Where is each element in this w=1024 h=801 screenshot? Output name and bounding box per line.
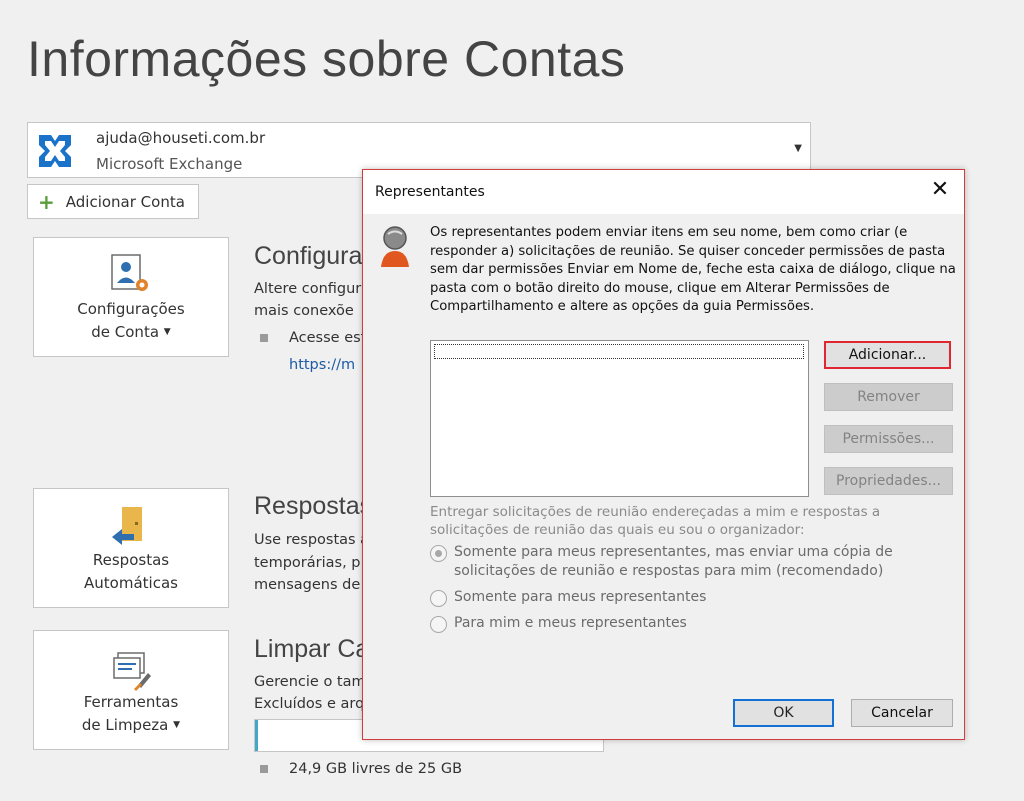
replies-description-line3: mensagens de (254, 577, 361, 593)
deliver-label-line2: solicitações de reunião das quais eu sou… (430, 522, 805, 538)
dialog-titlebar[interactable]: Representantes ✕ (363, 170, 964, 214)
auto-replies-icon (112, 507, 142, 545)
tile-label-line2: de Limpeza (81, 716, 169, 734)
list-focus-row (434, 344, 804, 359)
close-icon[interactable]: ✕ (930, 179, 950, 201)
radio-me-and-delegates[interactable] (430, 616, 447, 633)
replies-description-line1: Use respostas a (254, 532, 370, 548)
cleanup-tools-icon (113, 652, 151, 691)
dialog-title: Representantes (375, 184, 485, 200)
radio-delegates-with-copy[interactable] (430, 545, 447, 562)
account-email: ajuda@houseti.com.br (96, 129, 266, 147)
cleanup-description-line2: Excluídos e arq (254, 696, 365, 712)
cancel-button[interactable]: Cancelar (851, 699, 953, 727)
auto-replies-heading: Respostas (254, 492, 373, 520)
exchange-logo-icon (35, 131, 75, 171)
permissions-button[interactable]: Permissões... (824, 425, 953, 453)
add-account-label: Adicionar Conta (65, 192, 185, 211)
radio-delegates-with-copy-label-line1: Somente para meus representantes, mas en… (454, 544, 893, 560)
tile-label-line2: de Conta (91, 323, 160, 341)
remove-button[interactable]: Remover (824, 383, 953, 411)
replies-description-line2: temporárias, p (254, 555, 361, 571)
cleanup-description-line1: Gerencie o tam (254, 674, 366, 690)
radio-delegates-with-copy-label-line2: solicitações de reunião e respostas para… (454, 563, 884, 579)
deliver-label-line1: Entregar solicitações de reunião endereç… (430, 504, 881, 520)
tile-label-line1: Ferramentas (83, 693, 179, 711)
plus-icon: + (38, 189, 55, 214)
add-account-button[interactable]: + Adicionar Conta (27, 184, 199, 219)
account-settings-icon (111, 254, 148, 291)
caret-down-icon: ▼ (163, 327, 171, 337)
radio-me-and-delegates-label: Para mim e meus representantes (454, 615, 687, 631)
chevron-down-icon[interactable]: ▼ (794, 143, 802, 154)
settings-bullet-text: Acesse est (289, 330, 367, 346)
storage-used-fill (255, 720, 258, 751)
dialog-description: Os representantes podem enviar itens em … (430, 225, 956, 314)
account-type: Microsoft Exchange (96, 155, 243, 173)
bullet-icon (260, 765, 268, 773)
bullet-icon (260, 334, 268, 342)
tile-label-line1: Configurações (77, 300, 185, 318)
settings-web-link[interactable]: https://m (289, 357, 355, 373)
account-settings-tile[interactable]: Configurações de Conta ▼ (33, 237, 229, 357)
delegates-list[interactable] (430, 340, 809, 497)
storage-free-text: 24,9 GB livres de 25 GB (289, 761, 463, 777)
ok-button[interactable]: OK (733, 699, 834, 727)
cleanup-heading: Limpar Ca (254, 635, 370, 663)
settings-description-line1: Altere configur (254, 281, 362, 297)
caret-down-icon: ▼ (173, 720, 181, 730)
tile-label-line1: Respostas (92, 551, 170, 569)
delegates-dialog: Representantes ✕ Os representantes podem… (362, 169, 965, 740)
radio-delegates-only[interactable] (430, 590, 447, 607)
tile-label-line2: Automáticas (84, 574, 178, 592)
radio-delegates-only-label: Somente para meus representantes (454, 589, 707, 605)
add-delegate-button[interactable]: Adicionar... (824, 341, 951, 369)
page-title: Informações sobre Contas (27, 31, 626, 87)
cleanup-tools-tile[interactable]: Ferramentas de Limpeza ▼ (33, 630, 229, 750)
auto-replies-tile[interactable]: Respostas Automáticas (33, 488, 229, 608)
settings-description-line2: mais conexõe (254, 303, 354, 319)
properties-button[interactable]: Propriedades... (824, 467, 953, 495)
delegate-person-icon (381, 226, 409, 267)
account-settings-heading: Configura (254, 242, 363, 270)
